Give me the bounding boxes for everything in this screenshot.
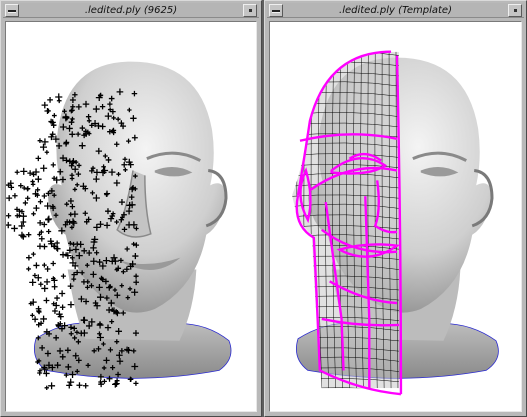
right-viewer-window[interactable]: .ledited.ply (Template) — [264, 0, 527, 417]
landmark-marker — [32, 273, 38, 278]
landmark-marker — [43, 297, 50, 304]
scanned-head-render-with-template-mesh — [292, 50, 499, 396]
landmark-marker — [40, 164, 48, 172]
right-3d-viewport[interactable] — [269, 21, 522, 412]
landmark-marker — [26, 232, 32, 238]
landmark-marker — [41, 285, 49, 292]
landmark-marker — [31, 251, 36, 257]
right-window-title: .ledited.ply (Template) — [339, 5, 452, 16]
landmark-marker — [27, 170, 33, 176]
landmark-marker — [59, 290, 66, 297]
landmark-marker — [35, 175, 42, 183]
landmark-marker — [20, 212, 27, 220]
landmark-marker — [22, 200, 28, 206]
minimize-button[interactable] — [243, 4, 257, 17]
landmark-marker — [44, 266, 51, 272]
window-menu-button[interactable] — [5, 4, 19, 17]
landmark-marker — [59, 304, 66, 310]
landmark-marker — [25, 186, 31, 192]
left-window-title: .ledited.ply (9625) — [84, 5, 178, 16]
landmark-marker — [54, 240, 60, 246]
landmark-marker — [30, 182, 36, 187]
landmark-marker — [45, 216, 52, 223]
landmark-marker — [52, 308, 58, 314]
landmark-marker — [55, 93, 63, 101]
landmark-marker — [82, 382, 89, 389]
landmark-marker — [102, 378, 107, 384]
landmark-marker — [66, 382, 73, 389]
landmark-marker — [37, 199, 43, 205]
landmark-marker — [51, 283, 58, 290]
landmark-marker — [133, 380, 139, 386]
left-viewer-window[interactable]: .ledited.ply (9625) — [0, 0, 262, 417]
landmark-marker — [50, 162, 56, 168]
landmark-marker — [35, 155, 42, 162]
landmark-marker — [45, 215, 53, 223]
landmark-marker — [30, 313, 35, 318]
landmark-marker — [12, 193, 18, 199]
landmark-marker — [33, 205, 40, 212]
landmark-marker — [14, 169, 20, 175]
landmark-marker — [18, 231, 26, 239]
landmark-marker — [33, 262, 40, 269]
landmark-marker — [38, 281, 44, 287]
landmark-marker — [6, 195, 13, 202]
landmark-marker — [6, 213, 12, 219]
landmark-marker — [42, 262, 47, 268]
minimize-button[interactable] — [508, 4, 522, 17]
landmark-marker — [44, 150, 50, 155]
landmark-marker — [31, 211, 36, 217]
landmark-marker — [40, 143, 47, 151]
landmark-marker — [41, 193, 47, 199]
landmark-marker — [25, 195, 31, 201]
landmark-marker — [54, 295, 60, 301]
landmark-marker — [51, 113, 57, 118]
landmark-marker — [41, 101, 49, 109]
landmark-marker — [18, 222, 25, 230]
landmark-marker — [26, 266, 31, 272]
landmark-marker — [20, 233, 27, 240]
scanned-head-render-with-landmarks — [6, 61, 232, 391]
landmark-marker — [48, 382, 56, 390]
landmark-marker — [26, 254, 32, 261]
landmark-marker — [38, 235, 45, 242]
landmark-marker — [11, 225, 18, 232]
mesh-line — [292, 51, 295, 389]
window-menu-button[interactable] — [269, 4, 283, 17]
landmark-marker — [98, 379, 103, 385]
landmark-marker — [43, 278, 51, 286]
landmark-marker — [46, 229, 52, 235]
landmark-marker — [47, 97, 53, 103]
landmark-marker — [29, 278, 37, 286]
landmark-marker — [76, 382, 83, 389]
landmark-marker — [67, 301, 75, 308]
left-window-titlebar[interactable]: .ledited.ply (9625) — [3, 3, 259, 18]
landmark-marker — [67, 378, 75, 386]
landmark-marker — [20, 167, 28, 175]
right-window-titlebar[interactable]: .ledited.ply (Template) — [267, 3, 524, 18]
landmark-marker — [41, 138, 49, 146]
landmark-marker — [60, 273, 66, 279]
landmark-marker — [50, 260, 56, 267]
left-3d-viewport[interactable] — [5, 21, 257, 412]
landmark-marker — [6, 221, 12, 229]
landmark-marker — [41, 243, 48, 250]
